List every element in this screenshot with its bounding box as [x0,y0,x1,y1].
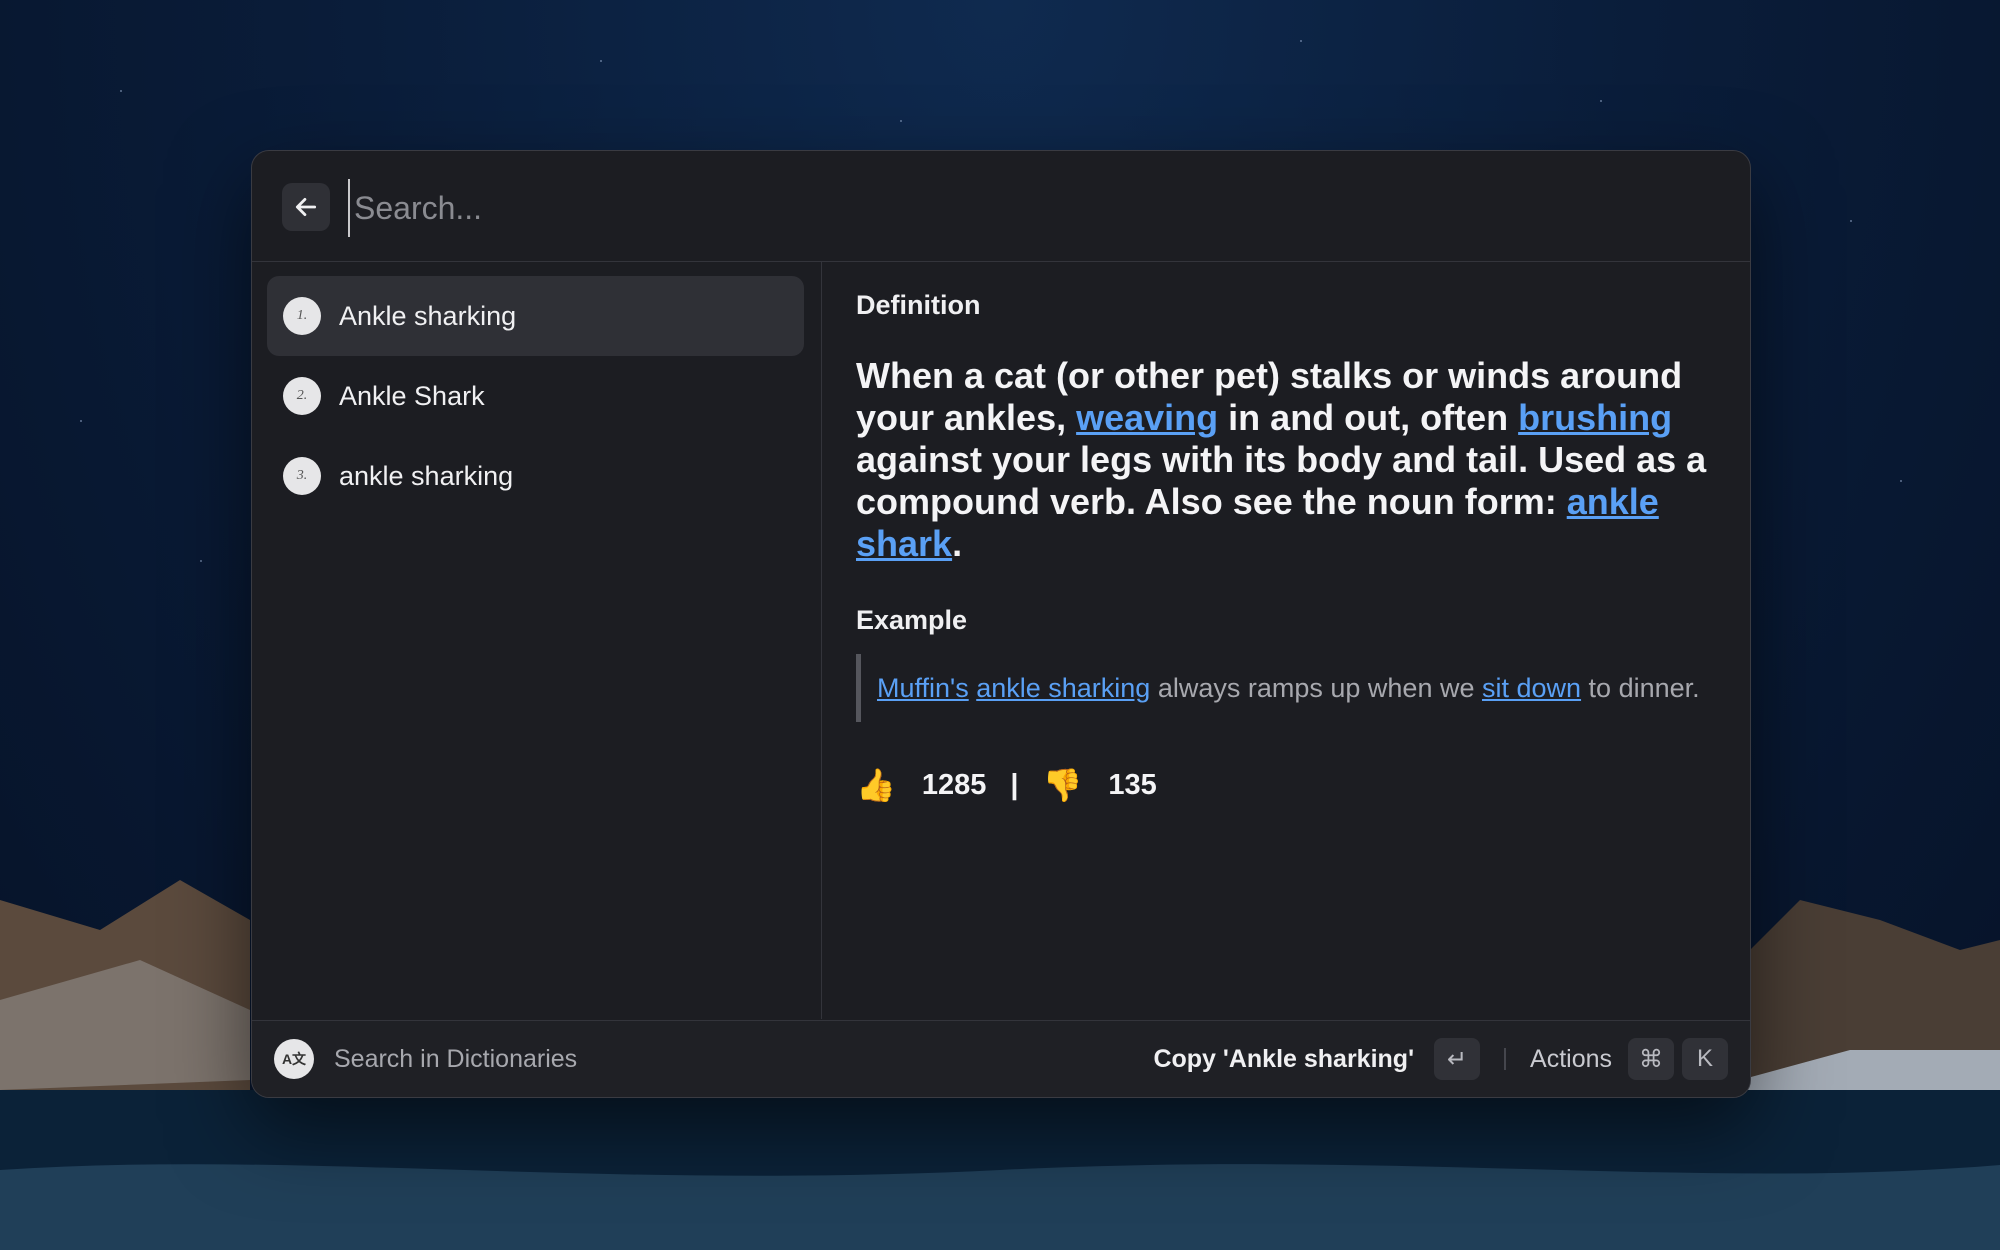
divider [1504,1048,1507,1070]
arrow-left-icon [295,198,317,216]
number-badge: 3. [283,457,321,495]
vote-separator: | [1010,768,1019,801]
thumbs-up-icon: 👍 [856,767,896,803]
link-ankle-sharking[interactable]: ankle sharking [976,673,1150,703]
vote-counts: 👍 1285 | 👎 135 [856,766,1716,804]
thumbs-down-icon: 👎 [1042,767,1083,803]
thumbs-up-count: 1285 [921,768,987,801]
definition-text: When a cat (or other pet) stalks or wind… [856,355,1716,565]
list-item-label: ankle sharking [339,460,514,491]
list-item-label: Ankle Shark [339,380,485,411]
enter-key-icon[interactable]: ↵ [1434,1038,1481,1080]
search-input[interactable] [348,179,1656,237]
search-in-dictionaries: Search in Dictionaries [334,1044,578,1073]
command-key-icon[interactable]: ⌘ [1628,1038,1674,1080]
link-weaving[interactable]: weaving [1076,397,1218,438]
detail-pane: Definition When a cat (or other pet) sta… [822,262,1750,1019]
back-button[interactable] [282,183,330,231]
definition-text-part: . [952,523,963,564]
number-badge: 1. [283,297,321,335]
k-key[interactable]: K [1682,1038,1728,1080]
example-text-part: to dinner. [1581,673,1700,703]
footer-bar: A文 Search in Dictionaries Copy 'Ankle sh… [252,1020,1750,1097]
list-item[interactable]: 3. ankle sharking [267,436,804,516]
definition-text-part: in and out, often [1218,397,1519,438]
example-heading: Example [856,605,968,635]
search-bar [252,151,1750,262]
list-item-label: Ankle sharking [339,300,517,331]
results-list: 1. Ankle sharking 2. Ankle Shark 3. ankl… [252,262,822,1019]
list-item[interactable]: 2. Ankle Shark [267,356,804,436]
actions-button[interactable]: Actions [1530,1045,1612,1074]
list-item[interactable]: 1. Ankle sharking [267,276,804,356]
example-quote: Muffin's ankle sharking always ramps up … [856,654,1716,722]
dictionary-window: 1. Ankle sharking 2. Ankle Shark 3. ankl… [251,150,1751,1098]
definition-heading: Definition [856,290,981,320]
thumbs-down-count: 135 [1108,768,1157,801]
example-text-part: always ramps up when we [1150,673,1482,703]
dictionary-icon: A文 [274,1039,314,1079]
link-sit-down[interactable]: sit down [1482,673,1581,703]
link-brushing[interactable]: brushing [1518,397,1672,438]
number-badge: 2. [283,377,321,415]
copy-action-label[interactable]: Copy 'Ankle sharking' [1153,1045,1414,1074]
link-muffins[interactable]: Muffin's [877,673,969,703]
